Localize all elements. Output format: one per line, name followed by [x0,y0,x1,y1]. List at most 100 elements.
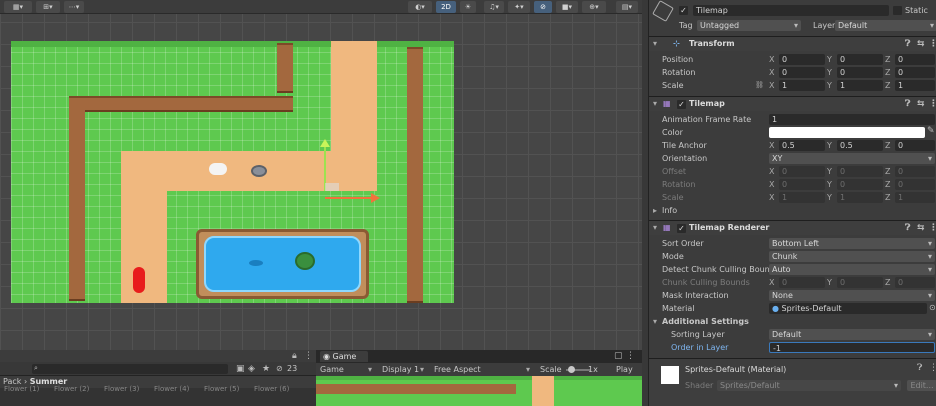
file-item[interactable]: Flower (4) [154,385,189,393]
search-icon: ⌕ [34,364,38,372]
rotation-z-field[interactable]: 0 [895,67,935,78]
gizmos-icon[interactable]: ⊕▾ [582,1,606,13]
help-icon[interactable]: ❓︎ [905,97,910,111]
edit-shader-button[interactable]: Edit... [907,380,936,391]
presets-icon[interactable]: ⇆ [917,221,925,235]
sort-order-dropdown[interactable]: Bottom Left [769,238,935,249]
maximize-icon[interactable]: ▢ [614,351,623,361]
tile-scale-label: Scale [662,193,684,202]
help-icon[interactable]: ❓︎ [905,37,910,51]
lighting-icon[interactable]: ☀ [460,1,476,13]
hidden-objects-icon[interactable]: ⊘ [534,1,552,13]
tab-game[interactable]: ◉ Game [320,351,368,362]
file-item[interactable]: Flower (1) [4,385,39,393]
lock-icon[interactable]: 🔒︎ [292,351,297,361]
sorting-layer-dropdown[interactable]: Default [769,329,935,340]
mask-dropdown[interactable]: None [769,290,935,301]
tile-anchor-y-field[interactable]: 0.5 [837,140,883,151]
help-icon[interactable]: ❓︎ [917,363,922,373]
hand-tool-button[interactable]: ▦▾ [4,1,32,13]
tilemap-canvas[interactable] [11,41,454,303]
game-mode-dropdown[interactable]: Game [320,363,344,376]
aspect-dropdown[interactable]: Free Aspect [434,363,481,376]
position-z-field[interactable]: 0 [895,54,935,65]
position-x-field[interactable]: 0 [779,54,825,65]
offset-z-field: 0 [895,166,935,177]
tag-dropdown[interactable]: Untagged [697,20,801,31]
tile-anchor-x-field[interactable]: 0.5 [779,140,825,151]
info-foldout[interactable]: ▸ Info [649,204,936,217]
help-icon[interactable]: ❓︎ [905,221,910,235]
gizmo-x-arrow-icon[interactable] [371,193,380,203]
effects-icon[interactable]: ✦▾ [508,1,530,13]
mode-dropdown[interactable]: Chunk [769,251,935,262]
color-swatch[interactable] [769,127,925,138]
filter-label-icon[interactable]: ◈ [248,364,255,374]
audio-icon[interactable]: ♫▾ [484,1,504,13]
renderer-enabled-checkbox[interactable]: ✓ [677,224,686,233]
scene-view[interactable]: ▦▾ ⊞▾ ⋯▾ ◐▾ 2D ☀ ♫▾ ✦▾ ⊘ ■▾ ⊕▾ ▤▾ [0,0,642,350]
orientation-dropdown[interactable]: XY [769,153,935,164]
material-field[interactable]: ● Sprites-Default [769,303,927,314]
menu-icon[interactable]: ⋮ [929,221,936,235]
hidden-packages-icon[interactable]: ⊘ [276,364,283,373]
file-item[interactable]: Flower (6) [254,385,289,393]
chevron-down-icon: ▾ [653,223,658,232]
menu-icon[interactable]: ⋮ [626,351,635,361]
scale-z-field[interactable]: 1 [895,80,935,91]
file-item[interactable]: Flower (3) [104,385,139,393]
menu-icon[interactable]: ⋮ [929,37,936,51]
tilemap-header[interactable]: ▾ ▦ ✓ Tilemap ❓︎ ⇆ ⋮ [649,96,936,111]
shader-dropdown[interactable]: Sprites/Default [717,380,901,391]
display-dropdown[interactable]: Display 1 [382,363,419,376]
y-label: Y [827,81,832,90]
order-in-layer-field[interactable]: -1 [769,342,935,353]
scale-x-field[interactable]: 1 [779,80,825,91]
scale-slider-handle[interactable] [568,366,575,373]
game-canvas[interactable] [316,376,642,406]
rotation-y-field[interactable]: 0 [837,67,883,78]
scale-y-field[interactable]: 1 [837,80,883,91]
mode-2d-button[interactable]: 2D [436,1,456,13]
position-y-field[interactable]: 0 [837,54,883,65]
object-name-field[interactable]: Tilemap [693,5,889,16]
gizmo-x-axis[interactable] [325,197,375,199]
favorites-icon[interactable]: ★ [262,364,270,374]
gizmo-y-arrow-icon[interactable] [320,139,330,147]
tile-anchor-z-field[interactable]: 0 [895,140,935,151]
menu-icon[interactable]: ⋮ [304,351,313,361]
static-checkbox[interactable] [893,6,902,15]
project-search-input[interactable]: ⌕ [32,364,228,374]
filter-type-icon[interactable]: ▣ [236,364,245,374]
cliff-right-vertical [407,47,423,303]
anim-rate-field[interactable]: 1 [769,114,935,125]
transform-header[interactable]: ▾ ⊹ Transform ❓︎ ⇆ ⋮ [649,36,936,51]
scale-label: Scale [662,81,684,90]
y-label: Y [827,141,832,150]
layer-dropdown[interactable]: Default [835,20,936,31]
tilemap-enabled-checkbox[interactable]: ✓ [677,100,686,109]
file-item[interactable]: Flower (5) [204,385,239,393]
player-capsule-icon[interactable] [133,267,145,293]
file-item[interactable]: Flower (2) [54,385,89,393]
object-picker-icon[interactable]: ⊙ [929,303,936,312]
menu-icon[interactable]: ⋮ [929,97,936,111]
snap-increment-button[interactable]: ⋯▾ [64,1,84,13]
grid-snap-button[interactable]: ⊞▾ [36,1,60,13]
rotation-x-field[interactable]: 0 [779,67,825,78]
presets-icon[interactable]: ⇆ [917,37,925,51]
layers-icon[interactable]: ▤▾ [616,1,638,13]
shading-mode-button[interactable]: ◐▾ [408,1,432,13]
active-checkbox[interactable]: ✓ [679,6,688,15]
cloud-sprite-icon [209,163,227,175]
menu-icon[interactable]: ⋮ [929,363,936,373]
tilemap-renderer-header[interactable]: ▾ ▦ ✓ Tilemap Renderer ❓︎ ⇆ ⋮ [649,220,936,235]
link-icon[interactable]: ⛓ [755,79,764,92]
presets-icon[interactable]: ⇆ [917,97,925,111]
camera-icon[interactable]: ■▾ [556,1,578,13]
culling-dropdown[interactable]: Auto [769,264,935,275]
eyedropper-icon[interactable]: ✎ [927,126,935,136]
additional-settings-foldout[interactable]: ▾ Additional Settings [649,315,936,328]
mode-label: Mode [662,252,684,261]
gizmo-plane-handle[interactable] [325,183,339,191]
